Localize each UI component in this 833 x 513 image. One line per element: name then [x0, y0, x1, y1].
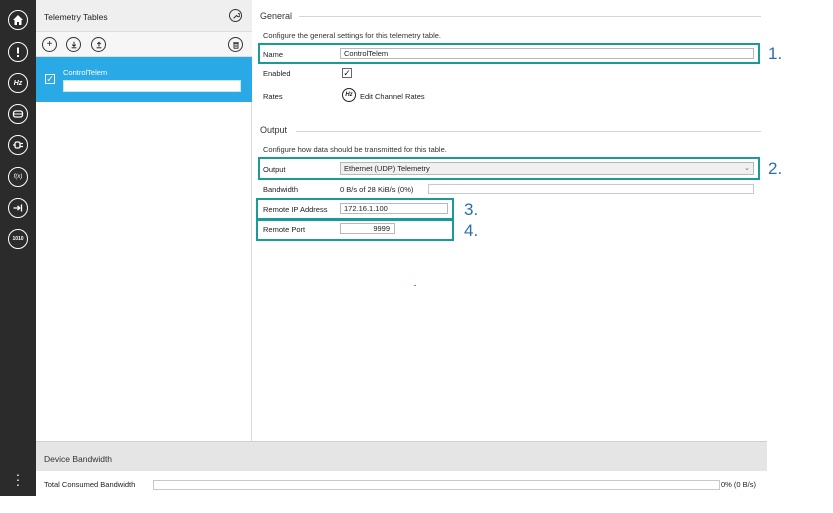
table-description-field[interactable] [63, 80, 241, 92]
enabled-label: Enabled [263, 69, 291, 78]
general-section-title: General [260, 11, 293, 21]
callout-4: 4. [464, 221, 479, 240]
tables-toolbar: + [36, 32, 252, 57]
left-rail: Hz f(x) 1010 · · · [0, 0, 36, 496]
rates-label: Rates [263, 92, 283, 101]
telemetry-tables-panel: Telemetry Tables + ✓ ControlTelem [36, 0, 252, 441]
table-enabled-checkbox[interactable]: ✓ [45, 74, 55, 84]
bandwidth-value: 0 B/s of 28 KiB/s (0%) [340, 185, 414, 194]
download-icon[interactable] [66, 37, 81, 52]
output-hint: Configure how data should be transmitted… [263, 145, 447, 154]
output-section-title: Output [260, 125, 288, 135]
device-bandwidth-header: Device Bandwidth [36, 441, 767, 471]
hz-icon[interactable]: Hz [8, 73, 28, 93]
highlight-box-output [258, 157, 760, 180]
enabled-checkbox[interactable]: ✓ [342, 68, 352, 78]
cursor-mark [414, 285, 416, 286]
general-hint: Configure the general settings for this … [263, 31, 442, 40]
device-bandwidth-title: Device Bandwidth [44, 454, 113, 464]
callout-3: 3. [464, 200, 479, 219]
trash-icon[interactable] [228, 37, 243, 52]
wrench-icon[interactable] [229, 9, 242, 22]
alert-icon[interactable] [8, 42, 28, 62]
tables-title: Telemetry Tables [44, 12, 108, 22]
vertical-ellipsis-icon[interactable]: · · · [12, 467, 24, 491]
plug-icon[interactable] [8, 135, 28, 155]
upload-icon[interactable] [91, 37, 106, 52]
import-icon[interactable] [8, 198, 28, 218]
total-bandwidth-label: Total Consumed Bandwidth [44, 480, 136, 489]
table-name: ControlTelem [63, 68, 108, 77]
add-icon[interactable]: + [42, 37, 57, 52]
tape-icon[interactable] [8, 104, 28, 124]
app-window: Hz f(x) 1010 · · · Telemetry Tables + ✓ … [0, 0, 767, 496]
total-bandwidth-bar [153, 480, 720, 490]
edit-channel-rates-link[interactable]: Edit Channel Rates [360, 92, 425, 101]
highlight-box-name [258, 43, 760, 64]
output-divider [296, 131, 761, 132]
bandwidth-label: Bandwidth [263, 185, 299, 194]
tables-header: Telemetry Tables [36, 0, 252, 32]
function-icon[interactable]: f(x) [8, 167, 28, 187]
table-bandwidth-bar [428, 184, 754, 194]
callout-1: 1. [768, 44, 783, 63]
general-divider [299, 16, 761, 17]
home-icon[interactable] [8, 10, 28, 30]
callout-2: 2. [768, 159, 783, 178]
hz-icon[interactable]: Hz [342, 88, 356, 102]
total-bandwidth-value: 0% (0 B/s) [721, 480, 757, 489]
table-list-item[interactable]: ✓ ControlTelem [36, 57, 252, 102]
highlight-box-remote-ip [256, 198, 454, 220]
highlight-box-remote-port [256, 219, 454, 241]
binary-icon[interactable]: 1010 [8, 229, 28, 249]
device-bandwidth-row: Total Consumed Bandwidth 0% (0 B/s) [36, 471, 767, 496]
